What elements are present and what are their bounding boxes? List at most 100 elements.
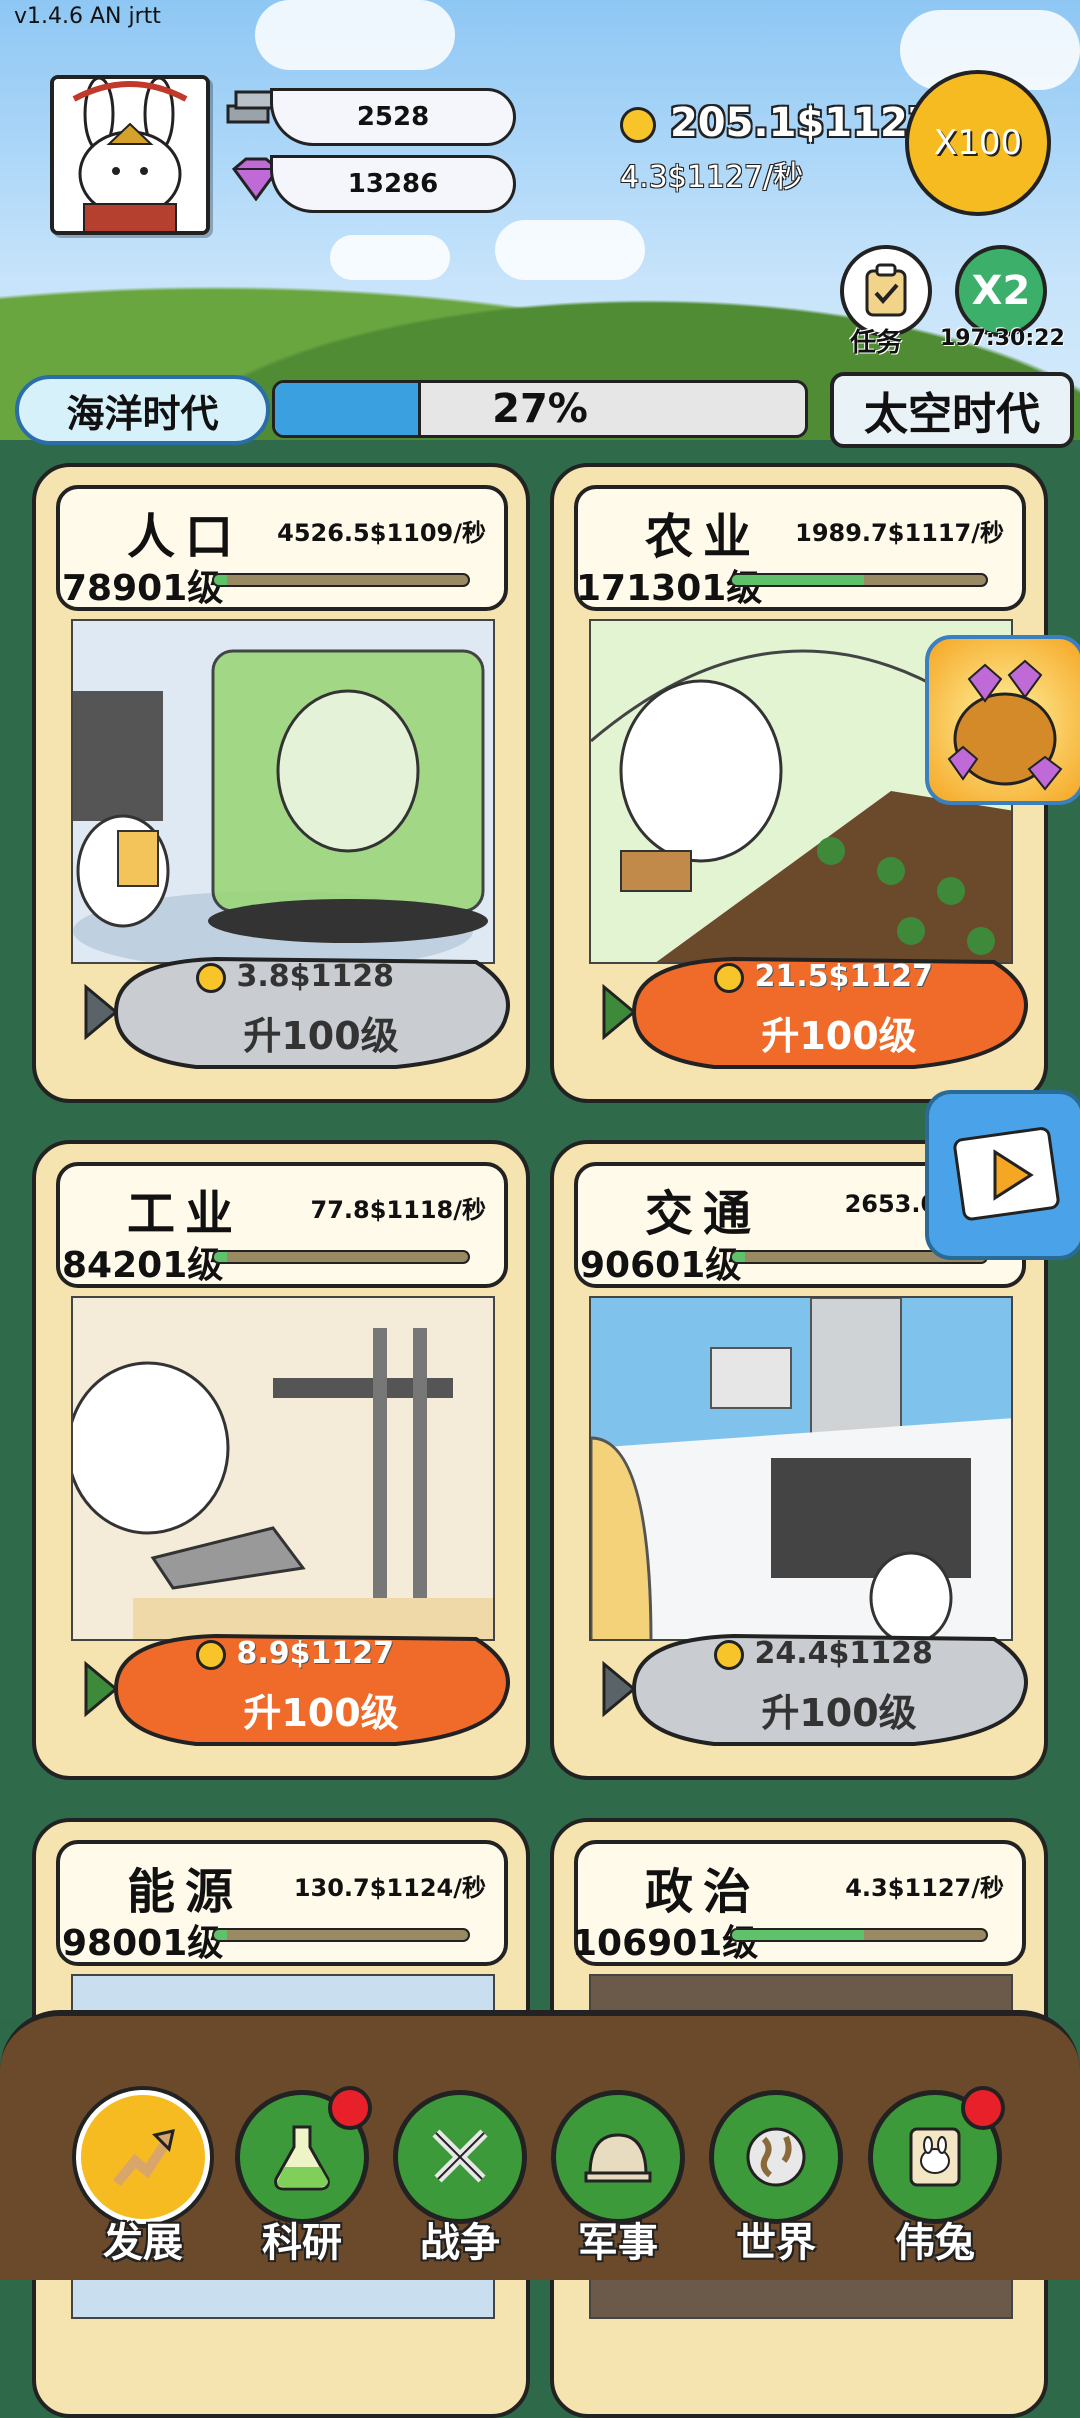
- coin-rate: 4.3$1127/秒: [620, 160, 804, 195]
- upgrade-label: 升100级: [761, 1014, 917, 1058]
- notification-badge: [328, 2086, 372, 2130]
- boost-timer: 197:30:22: [940, 326, 1065, 351]
- industry-scene-image: [71, 1296, 495, 1641]
- gem-bag-icon: [947, 659, 1063, 791]
- current-era-label: 海洋时代: [66, 391, 219, 436]
- card-progress-bar: [212, 1928, 470, 1942]
- multiplier-label: X100: [933, 123, 1023, 163]
- helmet-icon: [584, 2133, 652, 2183]
- clipboard-icon: [865, 263, 907, 317]
- upgrade-button[interactable]: 3.8$1128 升100级: [76, 947, 526, 1077]
- nav-great-rabbit-label: 伟兔: [895, 2220, 975, 2266]
- card-rate: 130.7$1124/秒: [293, 1874, 486, 1902]
- development-card-industry: 工业 77.8$1118/秒 84201级 8.9$1127 升100级: [32, 1140, 530, 1780]
- upgrade-label: 升100级: [243, 1014, 399, 1058]
- boost-label: X2: [971, 268, 1031, 314]
- card-title: 交通: [644, 1186, 761, 1242]
- coin-icon: [196, 1639, 226, 1670]
- upgrade-cost-value: 3.8$1128: [236, 959, 394, 994]
- player-avatar[interactable]: [50, 75, 210, 235]
- watch-video-button[interactable]: [925, 1090, 1080, 1260]
- card-level: 84201级: [62, 1245, 224, 1286]
- card-header: 农业 1989.7$1117/秒 171301级: [574, 485, 1026, 611]
- card-header: 政治 4.3$1127/秒 106901级: [572, 1840, 1026, 1966]
- nav-military[interactable]: 军事: [548, 2090, 688, 2270]
- flask-icon: [274, 2125, 330, 2191]
- upgrade-button[interactable]: 21.5$1127 升100级: [594, 947, 1044, 1077]
- gem-value: 13286: [347, 169, 439, 199]
- card-rate: 1989.7$1117/秒: [795, 519, 1004, 547]
- card-title: 农业: [644, 509, 761, 565]
- task-label: 任务: [850, 328, 903, 358]
- next-era-button[interactable]: 太空时代: [830, 372, 1074, 448]
- nav-military-label: 军事: [578, 2220, 658, 2266]
- rabbit-portrait-icon: [909, 2127, 961, 2187]
- population-scene-image: [71, 619, 495, 964]
- silver-counter: 2528: [270, 88, 516, 146]
- upgrade-cost: 8.9$1127: [196, 1636, 394, 1671]
- card-header: 人口 4526.5$1109/秒 78901级: [56, 485, 508, 611]
- boost-x2-button[interactable]: X2: [955, 245, 1047, 337]
- card-rate: 77.8$1118/秒: [310, 1196, 486, 1224]
- coin-total: 205.1$1127: [620, 100, 936, 146]
- coin-icon: [714, 1639, 744, 1670]
- upgrade-cost: 24.4$1128: [714, 1636, 933, 1671]
- swords-icon: [432, 2129, 488, 2183]
- coin-icon: [620, 107, 656, 143]
- card-progress-bar: [212, 573, 470, 587]
- nav-war-label: 战争: [420, 2220, 500, 2266]
- play-video-icon: [953, 1127, 1060, 1221]
- globe-icon: [746, 2127, 806, 2187]
- upgrade-label: 升100级: [243, 1691, 399, 1735]
- multiplier-button[interactable]: X100: [905, 70, 1051, 216]
- card-level: 106901级: [572, 1923, 759, 1964]
- card-rate: 4.3$1127/秒: [845, 1874, 1004, 1902]
- nav-research-label: 科研: [262, 2220, 342, 2266]
- card-progress-bar: [730, 1928, 988, 1942]
- nav-world[interactable]: 世界: [706, 2090, 846, 2270]
- card-title: 能源: [126, 1864, 243, 1920]
- nav-war-circle: [393, 2090, 527, 2224]
- card-title: 政治: [644, 1864, 761, 1920]
- version-label: v1.4.6 AN jrtt: [14, 4, 161, 29]
- current-era-badge: 海洋时代: [15, 375, 270, 445]
- coin-icon: [714, 962, 744, 993]
- silver-value: 2528: [356, 102, 430, 132]
- gem-bag-button[interactable]: [925, 635, 1080, 805]
- upgrade-button[interactable]: 24.4$1128 升100级: [594, 1624, 1044, 1754]
- nav-develop-circle: [76, 2090, 210, 2224]
- card-level: 98001级: [62, 1923, 224, 1964]
- next-era-label: 太空时代: [864, 389, 1040, 440]
- notification-badge: [961, 2086, 1005, 2130]
- upgrade-cost-value: 8.9$1127: [236, 1636, 394, 1671]
- card-progress-bar: [730, 573, 988, 587]
- card-level: 90601级: [580, 1245, 742, 1286]
- upgrade-cost-value: 24.4$1128: [754, 1636, 933, 1671]
- nav-develop-label: 发展: [103, 2220, 183, 2266]
- upgrade-cost-value: 21.5$1127: [754, 959, 933, 994]
- upgrade-button[interactable]: 8.9$1127 升100级: [76, 1624, 526, 1754]
- development-card-population: 人口 4526.5$1109/秒 78901级 3.8$1128 升100级: [32, 463, 530, 1103]
- coin-icon: [196, 962, 226, 993]
- coin-total-value: 205.1$1127: [669, 100, 936, 146]
- card-level: 78901级: [62, 568, 224, 609]
- nav-war[interactable]: 战争: [390, 2090, 530, 2270]
- card-header: 能源 130.7$1124/秒 98001级: [56, 1840, 508, 1966]
- nav-world-label: 世界: [736, 2220, 816, 2266]
- card-progress-bar: [212, 1250, 470, 1264]
- nav-research[interactable]: 科研: [232, 2086, 372, 2270]
- upgrade-cost: 3.8$1128: [196, 959, 394, 994]
- transport-scene-image: [589, 1296, 1013, 1641]
- nav-develop[interactable]: 发展: [73, 2090, 213, 2270]
- nav-great-rabbit[interactable]: 伟兔: [865, 2086, 1005, 2270]
- upgrade-cost: 21.5$1127: [714, 959, 933, 994]
- card-title: 工业: [126, 1186, 243, 1242]
- nav-world-circle: [709, 2090, 843, 2224]
- card-header: 工业 77.8$1118/秒 84201级: [56, 1162, 508, 1288]
- nav-military-circle: [551, 2090, 685, 2224]
- develop-icon: [113, 2129, 175, 2187]
- card-title: 人口: [126, 509, 243, 565]
- upgrade-label: 升100级: [761, 1691, 917, 1735]
- era-progress-text: 27%: [492, 386, 588, 432]
- gem-counter: 13286: [270, 155, 516, 213]
